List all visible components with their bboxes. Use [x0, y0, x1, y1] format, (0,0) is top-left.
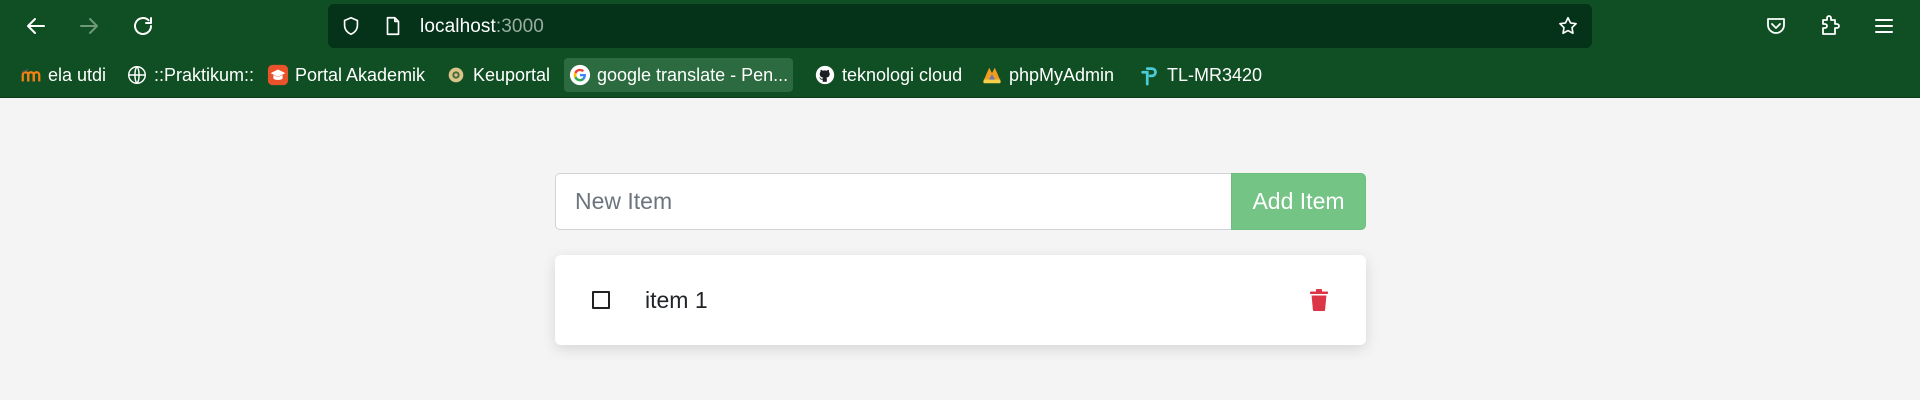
delete-item-button[interactable] — [1309, 288, 1329, 312]
bookmark-label: Portal Akademik — [295, 64, 426, 85]
bookmark-phpmyadmin[interactable]: phpMyAdmin — [976, 58, 1119, 92]
tplink-icon — [1139, 64, 1161, 86]
bookmark-google-translate[interactable]: google translate - Pen... — [564, 58, 794, 92]
url-text[interactable]: localhost:3000 — [420, 16, 544, 38]
pocket-button[interactable] — [1758, 8, 1794, 44]
bookmark-portal-akademik[interactable]: Portal Akademik — [262, 58, 430, 92]
graduation-cap-icon — [267, 64, 289, 86]
bookmark-label: TL-MR3420 — [1167, 64, 1263, 85]
moodle-icon — [20, 64, 42, 86]
forward-button[interactable] — [71, 8, 107, 44]
arrow-left-icon — [27, 18, 45, 34]
url-bar[interactable]: localhost:3000 — [328, 4, 1592, 48]
github-icon — [814, 64, 836, 86]
url-port: :3000 — [495, 16, 544, 37]
new-item-input[interactable] — [555, 173, 1232, 230]
bookmark-tl-mr3420[interactable]: TL-MR3420 — [1134, 58, 1267, 92]
reload-icon — [134, 17, 152, 35]
star-icon[interactable] — [1556, 14, 1580, 38]
arrow-right-icon — [80, 18, 98, 34]
browser-toolbar: localhost:3000 — [0, 0, 1920, 52]
add-item-form: Add Item — [555, 173, 1366, 230]
shield-icon[interactable] — [339, 14, 363, 38]
puzzle-icon — [1822, 15, 1840, 35]
bookmark-praktikum[interactable]: ::Praktikum:: — [121, 58, 259, 92]
phpmyadmin-icon — [981, 64, 1003, 86]
gear-logo-icon — [445, 64, 467, 86]
globe-icon — [126, 64, 148, 86]
reload-button[interactable] — [125, 8, 161, 44]
item-label: item 1 — [645, 287, 708, 313]
item-checkbox[interactable] — [592, 291, 610, 309]
bookmark-keuportal[interactable]: Keuportal — [440, 58, 555, 92]
bookmark-label: google translate - Pen... — [597, 64, 789, 85]
bookmark-label: teknologi cloud — [842, 64, 963, 85]
extensions-button[interactable] — [1812, 8, 1848, 44]
pocket-icon — [1767, 18, 1785, 34]
bookmark-label: phpMyAdmin — [1009, 64, 1115, 85]
url-host: localhost — [420, 16, 496, 37]
menu-button[interactable] — [1866, 8, 1902, 44]
page-icon — [381, 14, 405, 38]
todo-list-item: item 1 — [555, 255, 1366, 345]
google-icon — [569, 64, 591, 86]
bookmark-label: ela utdi — [48, 64, 107, 85]
hamburger-menu-icon — [1875, 19, 1893, 33]
trash-icon — [1310, 289, 1328, 311]
bookmark-teknologi-cloud[interactable]: teknologi cloud — [809, 58, 967, 92]
back-button[interactable] — [18, 8, 54, 44]
bookmarks-bar: ela utdi ::Praktikum:: Portal Akademik K… — [0, 52, 1920, 98]
add-item-button[interactable]: Add Item — [1231, 173, 1366, 230]
bookmark-ela-utdi[interactable]: ela utdi — [15, 58, 111, 92]
bookmark-label: Keuportal — [473, 64, 551, 85]
bookmark-label: ::Praktikum:: — [154, 64, 255, 85]
